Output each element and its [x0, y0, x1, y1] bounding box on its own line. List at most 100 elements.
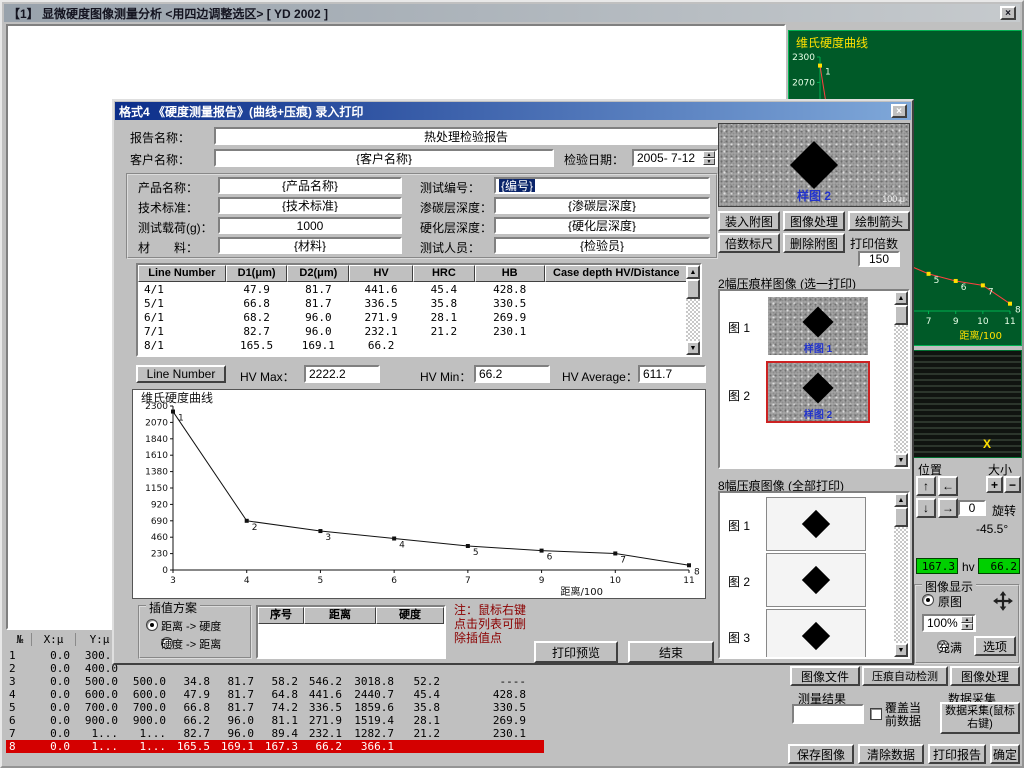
table-row[interactable]: 7/182.796.0232.121.2230.1 — [138, 324, 688, 338]
table-row[interactable]: 5/166.881.7336.535.8330.5 — [138, 296, 688, 310]
save-image-button[interactable]: 保存图像 — [788, 744, 854, 764]
tech-standard-field[interactable]: {技术标准} — [218, 197, 402, 214]
product-name-field[interactable]: {产品名称} — [218, 177, 402, 194]
scroll-up-button[interactable]: ▲ — [894, 291, 908, 305]
scrollbar-thumb[interactable] — [894, 305, 908, 325]
end-button[interactable]: 结束 — [628, 641, 714, 663]
scrollbar-thumb[interactable] — [894, 507, 908, 527]
load-attach-image-button[interactable]: 装入附图 — [718, 211, 780, 231]
down-triangle-icon: ▼ — [898, 647, 905, 654]
tester-field[interactable]: {检验员} — [494, 237, 710, 254]
indent-list-item3[interactable] — [766, 609, 866, 659]
scrollbar-thumb[interactable] — [686, 279, 700, 299]
scroll-down-button[interactable]: ▼ — [894, 453, 908, 467]
indent-auto-detect-button[interactable]: 压痕自动检测 — [862, 666, 948, 686]
svg-text:9: 9 — [539, 576, 545, 586]
indent-list-item2[interactable] — [766, 553, 866, 607]
interp-table[interactable]: 序号距离硬度 — [256, 605, 446, 659]
scrollbar-track[interactable] — [894, 305, 908, 453]
measure-result-field[interactable] — [792, 704, 864, 724]
svg-text:8: 8 — [694, 567, 700, 577]
move-right-button[interactable]: → — [938, 498, 958, 518]
scale-ruler-button[interactable]: 倍数标尺 — [718, 233, 780, 253]
test-load-field[interactable]: 1000 — [218, 217, 402, 234]
line-number-button[interactable]: Line Number — [136, 365, 226, 383]
carburized-depth-value: {渗碳层深度} — [568, 197, 636, 214]
table-cell: 81.7 — [287, 297, 349, 310]
print-scale-field[interactable]: 150 — [858, 251, 900, 267]
svg-text:7: 7 — [988, 287, 994, 297]
interp-table-header-row[interactable]: 序号距离硬度 — [258, 607, 444, 624]
image-process-button-dialog[interactable]: 图像处理 — [783, 211, 845, 231]
results-grid-header-row[interactable]: Line NumberD1(μm)D2(μm)HVHRCHBCase depth… — [138, 265, 688, 282]
date-spin-down-icon[interactable]: ▼ — [703, 158, 715, 165]
spin-up-icon[interactable]: ▲ — [961, 616, 973, 623]
results-grid-scrollbar[interactable]: ▲ ▼ — [686, 265, 700, 355]
table-row[interactable]: 4/147.981.7441.645.4428.8 — [138, 282, 688, 296]
spin-down-icon[interactable]: ▼ — [961, 623, 973, 630]
table-row[interactable]: 6/168.296.0271.928.1269.9 — [138, 310, 688, 324]
inspect-date-field[interactable]: 2005- 7-12 ▲ ▼ — [632, 149, 718, 167]
test-number-field[interactable]: {编号} — [494, 177, 710, 194]
move-up-button[interactable]: ↑ — [916, 476, 936, 496]
acquire-data-button-label: 数据采集(鼠标右键) — [942, 705, 1018, 731]
scroll-down-button[interactable]: ▼ — [686, 341, 700, 355]
scroll-up-button[interactable]: ▲ — [686, 265, 700, 279]
sample-list-item2-selected[interactable]: 样图 2 — [766, 361, 870, 423]
table-row[interactable]: 50.0700.0700.066.881.774.2336.51859.635.… — [6, 701, 544, 714]
dialog-close-button[interactable]: × — [891, 104, 907, 118]
table-cell: 81.7 — [216, 675, 260, 688]
table-row[interactable]: 60.0900.0900.066.296.081.1271.91519.428.… — [6, 714, 544, 727]
interp-distance-to-hardness-radio[interactable] — [146, 619, 158, 631]
hv-max-field[interactable]: 2222.2 — [304, 365, 380, 383]
image-process-button[interactable]: 图像处理 — [950, 666, 1020, 686]
options-button[interactable]: 选项 — [974, 636, 1016, 656]
table-row[interactable]: 8/1165.5169.166.2 — [138, 338, 688, 352]
sample-list-scrollbar[interactable]: ▲ ▼ — [894, 291, 908, 467]
date-spin-up-icon[interactable]: ▲ — [703, 151, 715, 158]
delete-attach-image-button[interactable]: 删除附图 — [783, 233, 845, 253]
size-increase-button[interactable]: + — [986, 476, 1003, 493]
indent-list-item1[interactable] — [766, 497, 866, 551]
print-preview-button[interactable]: 打印预览 — [534, 641, 618, 663]
column-header: X:μ — [32, 633, 76, 646]
report-name-field[interactable]: 热处理检验报告 — [214, 127, 718, 145]
main-close-button[interactable]: × — [1000, 6, 1016, 20]
scrollbar-track[interactable] — [894, 507, 908, 643]
original-image-radio[interactable] — [922, 594, 934, 606]
pan-move-icon[interactable] — [992, 590, 1014, 612]
size-decrease-button[interactable]: − — [1004, 476, 1021, 493]
date-spinner[interactable]: ▲ ▼ — [703, 151, 715, 165]
hv-min-field[interactable]: 66.2 — [474, 365, 550, 383]
rotate-value-field[interactable]: 0 — [958, 500, 986, 516]
clear-data-button[interactable]: 清除数据 — [858, 744, 924, 764]
move-down-button[interactable]: ↓ — [916, 498, 936, 518]
overwrite-checkbox[interactable] — [870, 708, 882, 720]
scroll-up-button[interactable]: ▲ — [894, 493, 908, 507]
scrollbar-track[interactable] — [686, 279, 700, 341]
material-field[interactable]: {材料} — [218, 237, 402, 254]
move-left-button[interactable]: ← — [938, 476, 958, 496]
hv-average-field[interactable]: 611.7 — [638, 365, 706, 383]
ok-button[interactable]: 确定 — [990, 744, 1020, 764]
zoom-level-field[interactable]: 100% ▲ ▼ — [922, 614, 976, 632]
table-row[interactable]: 30.0500.0500.034.881.758.2546.23018.852.… — [6, 675, 544, 688]
customer-name-field[interactable]: {客户名称} — [214, 149, 554, 167]
draw-arrow-button[interactable]: 绘制箭头 — [848, 211, 910, 231]
acquire-data-button[interactable]: 数据采集(鼠标右键) — [940, 702, 1020, 734]
column-header: 距离 — [304, 607, 376, 624]
sample-image[interactable]: 样图 2 100 μ — [718, 123, 910, 207]
svg-text:11: 11 — [683, 576, 694, 586]
table-row[interactable]: 40.0600.0600.047.981.764.8441.62440.745.… — [6, 688, 544, 701]
print-report-button[interactable]: 打印报告 — [928, 744, 986, 764]
svg-text:2300: 2300 — [792, 53, 815, 63]
indent-list-scrollbar[interactable]: ▲ ▼ — [894, 493, 908, 657]
table-row[interactable]: 80.01...1...165.5169.1167.366.2366.1 — [6, 740, 544, 753]
zoom-spinner[interactable]: ▲ ▼ — [961, 616, 973, 630]
sample-list-item1[interactable]: 样图 1 — [766, 295, 870, 357]
carburized-depth-field[interactable]: {渗碳层深度} — [494, 197, 710, 214]
table-row[interactable]: 70.01...1...82.796.089.4232.11282.721.22… — [6, 727, 544, 740]
hardened-depth-field[interactable]: {硬化层深度} — [494, 217, 710, 234]
image-file-button[interactable]: 图像文件 — [790, 666, 860, 686]
scroll-down-button[interactable]: ▼ — [894, 643, 908, 657]
